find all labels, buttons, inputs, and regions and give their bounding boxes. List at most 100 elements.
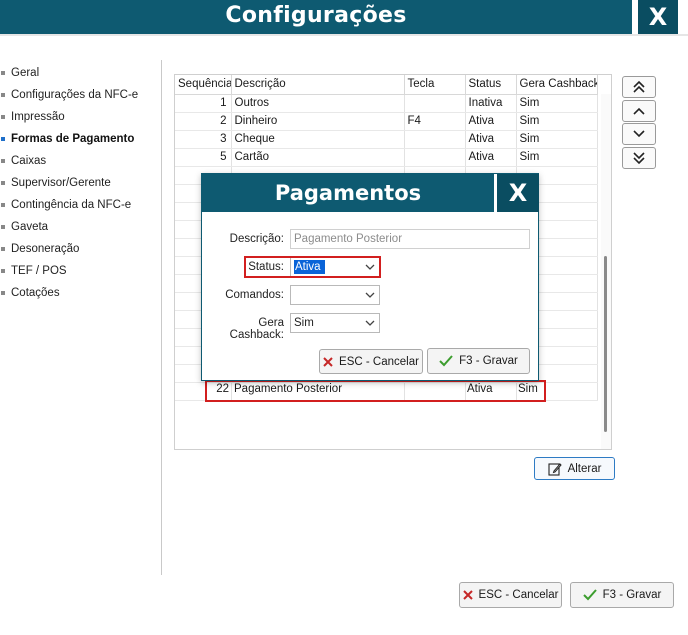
sidebar-item-formas-de-pagamento[interactable]: Formas de Pagamento (0, 128, 160, 150)
chevron-down-icon (633, 130, 645, 138)
table-row[interactable]: 2 Dinheiro F4 Ativa Sim (175, 112, 598, 131)
window-title-bar: Configurações X (0, 0, 688, 34)
sidebar-item-cotacoes[interactable]: Cotações (0, 282, 160, 304)
descricao-field[interactable]: Pagamento Posterior (290, 229, 530, 249)
gera-cashback-select[interactable]: Sim (290, 313, 380, 333)
sidebar-item-label: Contingência da NFC-e (11, 199, 132, 211)
bullet-icon (1, 269, 5, 273)
table-row[interactable]: 1 Outros Inativa Sim (175, 94, 598, 113)
sidebar-item-supervisor-gerente[interactable]: Supervisor/Gerente (0, 172, 160, 194)
alterar-button[interactable]: Alterar (534, 457, 615, 480)
sidebar-item-tef-pos[interactable]: TEF / POS (0, 260, 160, 282)
sidebar-item-caixas[interactable]: Caixas (0, 150, 160, 172)
cell-descricao: Dinheiro (231, 112, 405, 131)
gera-cashback-selected-value: Sim (294, 317, 314, 329)
title-edge (678, 0, 688, 34)
sidebar-item-label: Cotações (11, 287, 60, 299)
table-row[interactable]: 3 Cheque Ativa Sim (175, 130, 598, 149)
cell-tecla: F4 (404, 112, 466, 131)
title-divider (0, 34, 688, 36)
column-header-tecla[interactable]: Tecla (404, 75, 466, 95)
cell-tecla (404, 94, 466, 113)
sidebar-item-geral[interactable]: Geral (0, 62, 160, 84)
cell-gera-cashback: Sim (516, 130, 598, 149)
sidebar-item-desoneracao[interactable]: Desoneração (0, 238, 160, 260)
highlighted-row-outline[interactable] (205, 380, 546, 402)
grid-header-row: Sequência Descrição Tecla Status Gera Ca… (175, 75, 598, 95)
descricao-label: Descrição: (229, 233, 284, 245)
table-row[interactable]: 5 Cartão Ativa Sim (175, 148, 598, 167)
dialog-title: Pagamentos (202, 174, 494, 212)
column-header-gera-cashback[interactable]: Gera Cashback (516, 75, 598, 95)
comandos-select[interactable] (290, 285, 380, 305)
cell-sequencia: 3 (175, 130, 232, 149)
sidebar-item-label: Geral (11, 67, 40, 79)
bullet-icon (1, 115, 5, 119)
column-header-status[interactable]: Status (465, 75, 517, 95)
move-down-button[interactable] (622, 123, 656, 145)
bullet-icon (1, 203, 5, 207)
checkmark-icon (582, 589, 597, 601)
bullet-icon (1, 291, 5, 295)
sidebar-item-gaveta[interactable]: Gaveta (0, 216, 160, 238)
cell-sequencia: 2 (175, 112, 232, 131)
bullet-icon (1, 247, 5, 251)
cell-gera-cashback: Sim (516, 112, 598, 131)
bullet-icon (1, 181, 5, 185)
cancel-button[interactable]: ESC - Cancelar (459, 582, 562, 608)
cell-status: Ativa (465, 112, 517, 131)
sidebar-item-label: Configurações da NFC-e (11, 89, 139, 101)
bullet-icon (1, 137, 5, 141)
move-first-button[interactable] (622, 76, 656, 98)
sidebar-item-configuracoes-nfce[interactable]: Configurações da NFC-e (0, 84, 160, 106)
close-dialog-button[interactable]: X (497, 174, 539, 212)
window-title: Configurações (225, 3, 407, 28)
edit-icon (548, 462, 562, 476)
chevron-down-icon (365, 292, 375, 298)
cell-gera-cashback: Sim (516, 148, 598, 167)
cell-sequencia: 1 (175, 94, 232, 113)
chevron-down-icon (365, 320, 375, 326)
cell-tecla (404, 130, 466, 149)
dialog-cancel-button[interactable]: ESC - Cancelar (319, 349, 423, 374)
chevron-up-icon (633, 107, 645, 115)
alterar-label: Alterar (567, 462, 602, 475)
cell-tecla (404, 148, 466, 167)
cell-descricao: Outros (231, 94, 405, 113)
cell-descricao: Cartão (231, 148, 405, 167)
sidebar-item-label: TEF / POS (11, 265, 67, 277)
bullet-icon (1, 71, 5, 75)
double-chevron-down-icon (633, 152, 645, 165)
grid-scrollbar-thumb[interactable] (604, 256, 607, 432)
sidebar-item-contingencia-nfce[interactable]: Contingência da NFC-e (0, 194, 160, 216)
bullet-icon (1, 159, 5, 163)
comandos-label: Comandos: (225, 289, 284, 301)
dialog-cancel-label: ESC - Cancelar (339, 355, 419, 368)
move-up-button[interactable] (622, 100, 656, 122)
gera-cashback-label: Gera Cashback: (229, 317, 284, 341)
move-last-button[interactable] (622, 147, 656, 169)
sidebar-item-label: Supervisor/Gerente (11, 177, 111, 189)
save-button[interactable]: F3 - Gravar (570, 582, 674, 608)
close-icon (462, 590, 473, 600)
sidebar-divider (161, 60, 162, 575)
close-icon (323, 356, 333, 367)
sidebar-item-label: Impressão (11, 111, 65, 123)
double-chevron-up-icon (633, 80, 645, 93)
sidebar: Geral Configurações da NFC-e Impressão F… (0, 62, 160, 304)
cell-sequencia: 5 (175, 148, 232, 167)
bullet-icon (1, 93, 5, 97)
status-highlight-outline (244, 256, 381, 278)
cell-status: Ativa (465, 148, 517, 167)
cell-gera-cashback: Sim (516, 94, 598, 113)
close-window-button[interactable]: X (638, 0, 678, 34)
dialog-save-button[interactable]: F3 - Gravar (427, 348, 530, 374)
bullet-icon (1, 225, 5, 229)
column-header-sequencia[interactable]: Sequência (175, 75, 232, 95)
sidebar-item-impressao[interactable]: Impressão (0, 106, 160, 128)
column-header-descricao[interactable]: Descrição (231, 75, 405, 95)
cancel-label: ESC - Cancelar (478, 589, 559, 601)
cell-status: Ativa (465, 130, 517, 149)
cell-descricao: Cheque (231, 130, 405, 149)
cell-status: Inativa (465, 94, 517, 113)
